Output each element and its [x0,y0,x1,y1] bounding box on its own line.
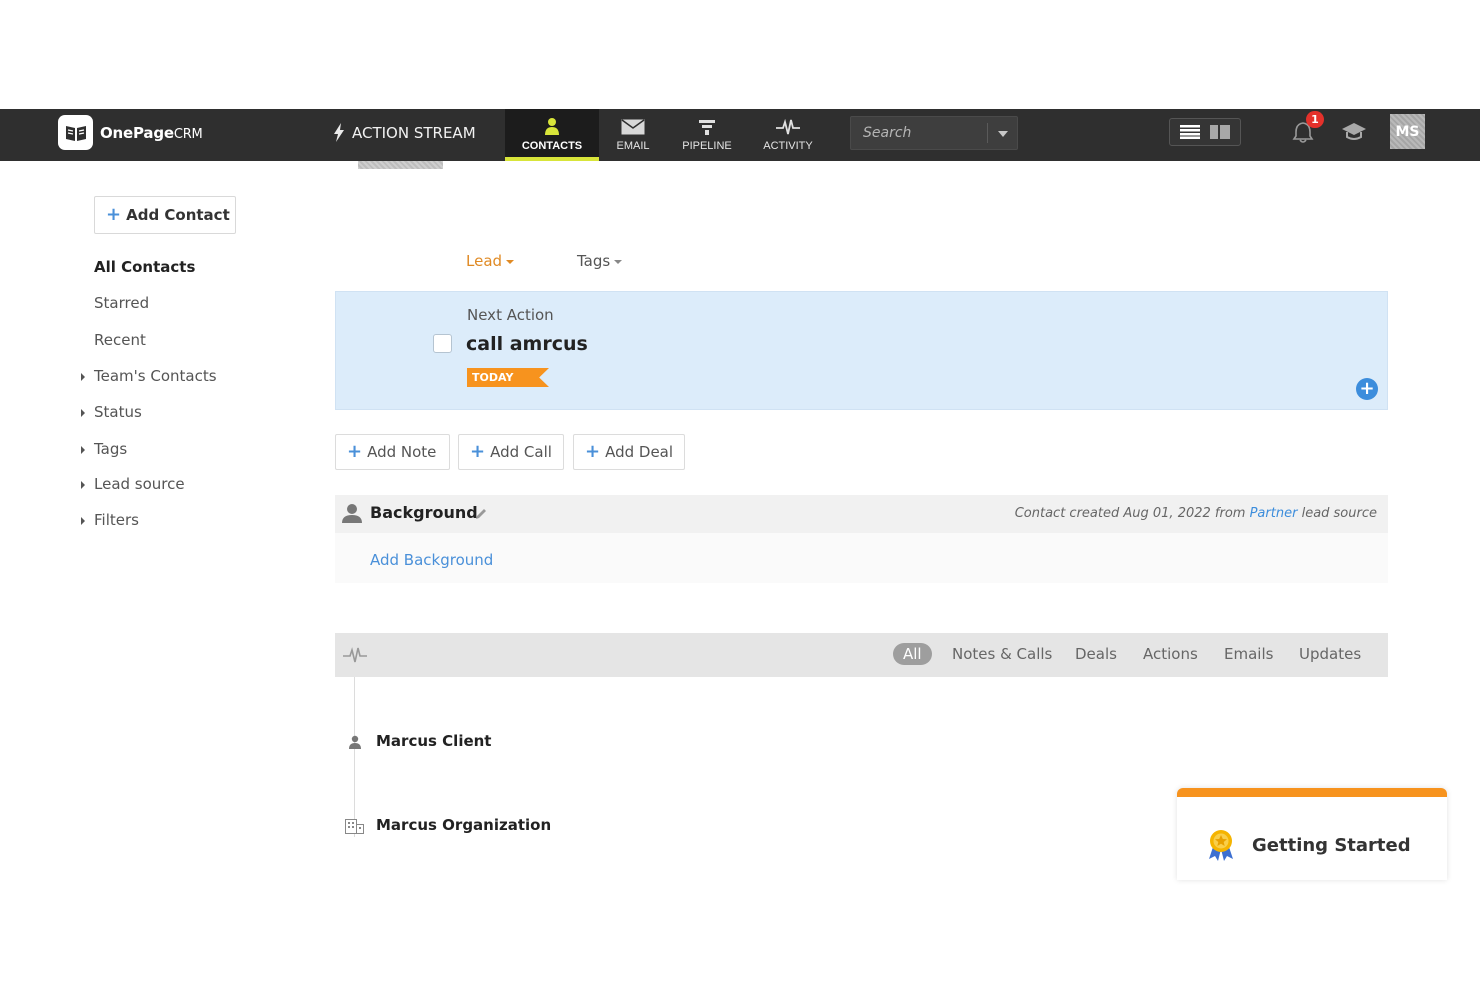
notification-badge: 1 [1306,111,1324,128]
pulse-icon [343,647,367,663]
search-box [850,116,1018,150]
brand-name: OnePageCRM [100,123,203,142]
due-date-badge: TODAY [467,368,549,387]
caret-right-icon [81,517,85,525]
plus-icon: + [106,204,122,225]
contact-created-meta: Contact created Aug 01, 2022 from Partne… [1014,506,1377,521]
sidebar-item-starred[interactable]: Starred [94,294,149,312]
background-header: Background Contact created Aug 01, 2022 … [335,495,1388,533]
tab-activity[interactable]: ACTIVITY [757,109,819,161]
filter-notes-calls[interactable]: Notes & Calls [952,645,1052,663]
search-divider [987,123,988,143]
next-action-panel: Next Action call amrcus TODAY + [335,291,1388,410]
lightning-icon [334,123,344,142]
related-organization-link[interactable]: Marcus Organization [376,816,551,834]
sidebar-item-teams-contacts[interactable]: Team's Contacts [81,367,217,385]
add-deal-button[interactable]: + Add Deal [573,434,685,470]
tags-dropdown[interactable]: Tags [577,252,623,270]
lead-source-link[interactable]: Partner [1250,506,1298,521]
caret-down-icon [506,260,515,264]
sidebar-item-filters[interactable]: Filters [81,511,139,529]
add-contact-button[interactable]: + Add Contact [94,196,236,234]
header-stub [358,161,443,169]
caret-down-icon [614,260,623,264]
award-ribbon-icon [1209,830,1233,861]
timeline-line [354,677,355,837]
sidebar-item-all-contacts[interactable]: All Contacts [94,258,195,276]
person-icon [349,735,361,749]
related-client-link[interactable]: Marcus Client [376,732,491,750]
chevron-down-icon[interactable] [998,131,1008,137]
add-action-icon[interactable]: + [1356,378,1378,400]
getting-started-title: Getting Started [1252,835,1411,856]
stream-filter-bar: All Notes & Calls Deals Actions Emails U… [335,633,1388,677]
filter-emails[interactable]: Emails [1224,645,1273,663]
caret-right-icon [81,481,85,489]
tab-contacts[interactable]: CONTACTS [505,109,599,161]
filter-all[interactable]: All [893,643,932,665]
plus-icon: + [585,441,601,462]
action-stream-link[interactable]: ACTION STREAM [333,123,476,142]
add-call-button[interactable]: + Add Call [458,434,564,470]
add-note-button[interactable]: + Add Note [335,434,450,470]
pulse-icon [776,119,800,135]
sidebar-item-lead-source[interactable]: Lead source [81,475,185,493]
pencil-icon[interactable] [475,508,487,520]
next-action-title[interactable]: call amrcus [466,333,588,355]
tab-email[interactable]: EMAIL [607,109,659,161]
building-icon [345,819,364,834]
next-action-label: Next Action [467,306,554,324]
status-dropdown[interactable]: Lead [466,252,515,270]
brand-logo[interactable]: OnePageCRM [58,115,203,150]
next-action-checkbox[interactable] [433,334,452,353]
view-toggle [1169,118,1241,146]
search-input[interactable] [851,117,987,149]
user-icon [545,118,559,135]
book-logo-icon [58,115,93,150]
avatar[interactable]: MS [1390,114,1425,149]
sidebar-item-tags[interactable]: Tags [81,440,127,458]
graduation-cap-icon[interactable] [1340,120,1368,142]
split-view-icon[interactable] [1210,125,1230,139]
caret-right-icon [81,446,85,454]
sidebar-item-recent[interactable]: Recent [94,331,146,349]
background-body: Add Background [335,533,1388,583]
plus-icon: + [470,441,486,462]
person-icon [342,504,362,523]
filter-actions[interactable]: Actions [1143,645,1198,663]
envelope-icon [621,119,645,135]
funnel-icon [699,120,715,135]
filter-deals[interactable]: Deals [1075,645,1117,663]
plus-icon: + [347,441,363,462]
top-navbar: OnePageCRM ACTION STREAM CONTACTS EMAIL … [0,109,1480,161]
background-title: Background [370,503,478,522]
sidebar-item-status[interactable]: Status [81,403,142,421]
caret-right-icon [81,373,85,381]
list-view-icon[interactable] [1180,125,1200,139]
getting-started-widget[interactable]: Getting Started [1177,788,1447,880]
add-background-link[interactable]: Add Background [370,551,493,569]
caret-right-icon [81,409,85,417]
filter-updates[interactable]: Updates [1299,645,1361,663]
tab-pipeline[interactable]: PIPELINE [675,109,739,161]
